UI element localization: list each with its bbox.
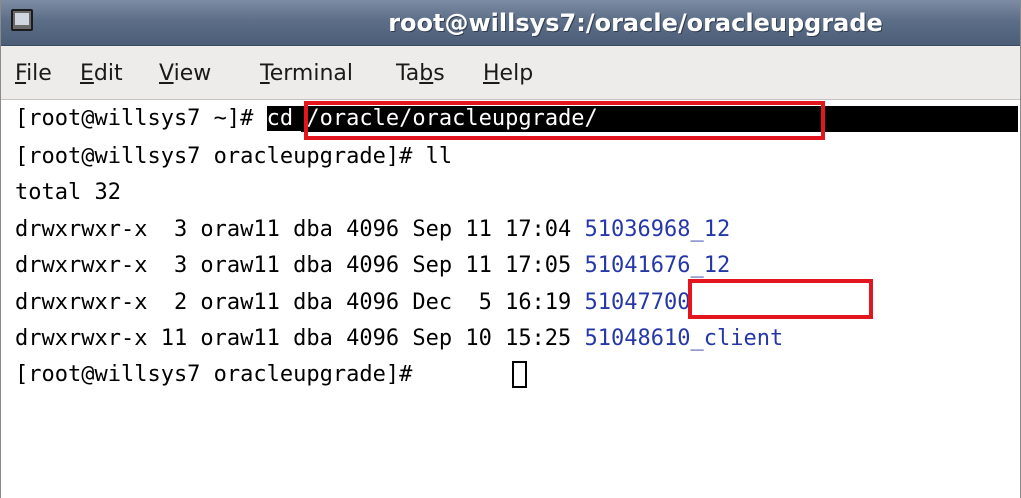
directory-row: drwxrwxr-x 3 oraw11 dba 4096 Sep 11 17:0… xyxy=(15,215,730,245)
menu-tabs[interactable]: Tabs xyxy=(396,61,445,87)
terminal-window: root@willsys7:/oracle/oracleupgrade File… xyxy=(0,0,1021,498)
highlight-box-directory xyxy=(688,279,873,319)
directory-row: drwxrwxr-x 2 oraw11 dba 4096 Dec 5 16:19… xyxy=(15,288,691,318)
selected-command: cd /oracle/oracleupgrade/ xyxy=(266,106,598,131)
terminal-line-2: [root@willsys7 oracleupgrade]# ll xyxy=(15,144,453,169)
file-info: drwxrwxr-x 3 oraw11 dba 4096 Sep 11 17:0… xyxy=(15,217,585,242)
terminal-output[interactable]: [root@willsys7 ~]# cd /oracle/oracleupgr… xyxy=(1,101,1020,498)
file-info: drwxrwxr-x 11 oraw11 dba 4096 Sep 10 15:… xyxy=(15,326,585,351)
file-info: drwxrwxr-x 3 oraw11 dba 4096 Sep 11 17:0… xyxy=(15,253,585,278)
file-info: drwxrwxr-x 2 oraw11 dba 4096 Dec 5 16:19 xyxy=(15,290,585,315)
terminal-line-8: [root@willsys7 oracleupgrade]# xyxy=(15,362,426,387)
menu-help[interactable]: Help xyxy=(483,61,533,87)
title-bar[interactable]: root@willsys7:/oracle/oracleupgrade xyxy=(1,0,1020,46)
terminal-line-1: [root@willsys7 ~]# cd /oracle/oracleupgr… xyxy=(15,104,598,134)
directory-row: drwxrwxr-x 3 oraw11 dba 4096 Sep 11 17:0… xyxy=(15,251,730,281)
directory-name: 51048610_client xyxy=(584,326,784,351)
directory-name: 51041676_12 xyxy=(584,253,731,278)
directory-row: drwxrwxr-x 11 oraw11 dba 4096 Sep 10 15:… xyxy=(15,324,783,354)
text-cursor xyxy=(512,361,527,388)
terminal-line-3: total 32 xyxy=(15,180,121,205)
prompt-text: [root@willsys7 ~]# xyxy=(15,106,267,131)
menu-file[interactable]: File xyxy=(15,61,52,87)
window-title: root@willsys7:/oracle/oracleupgrade xyxy=(388,9,883,37)
menu-bar: File Edit View Terminal Tabs Help xyxy=(1,46,1020,100)
directory-name: 51047700 xyxy=(584,290,691,315)
menu-view[interactable]: View xyxy=(159,61,211,87)
menu-edit[interactable]: Edit xyxy=(80,61,123,87)
directory-name: 51036968_12 xyxy=(584,217,731,242)
menu-terminal[interactable]: Terminal xyxy=(260,61,353,87)
